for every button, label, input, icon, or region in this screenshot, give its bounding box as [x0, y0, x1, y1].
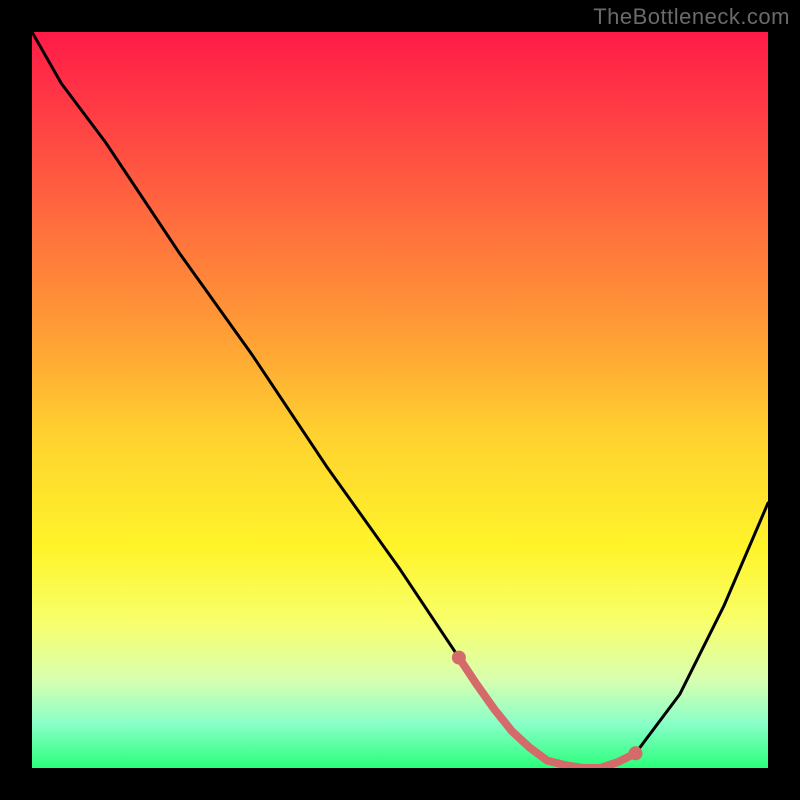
bottleneck-curve	[32, 32, 768, 768]
plot-area	[32, 32, 768, 768]
curve-svg	[32, 32, 768, 768]
attribution-text: TheBottleneck.com	[593, 4, 790, 30]
accent-segment	[459, 658, 636, 768]
accent-dot-right	[629, 746, 643, 760]
accent-dot-left	[452, 651, 466, 665]
chart-frame: TheBottleneck.com	[0, 0, 800, 800]
